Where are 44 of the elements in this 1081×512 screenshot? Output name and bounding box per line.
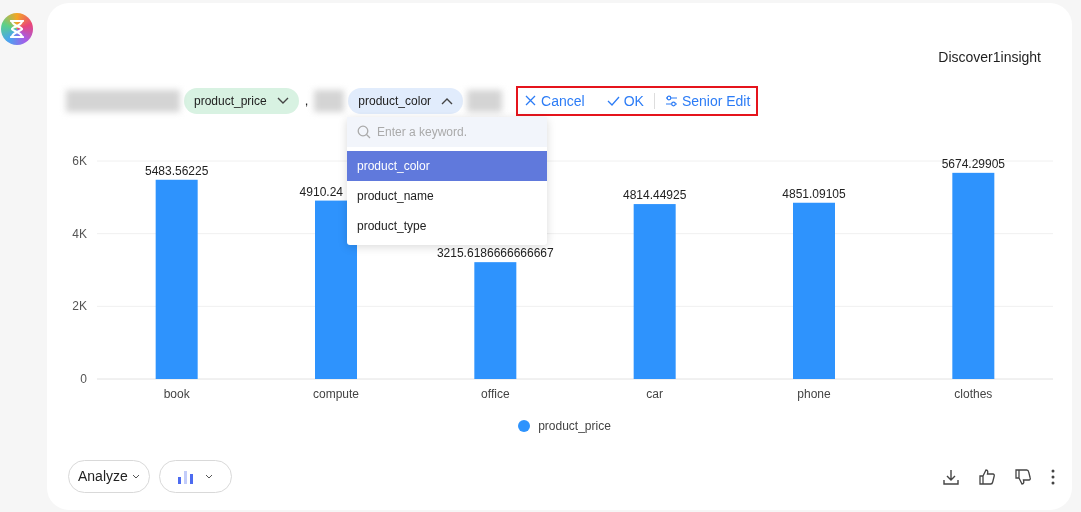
value-label: 5674.29905 — [941, 156, 1006, 171]
value-label: 3215.6186666666667 — [436, 246, 554, 261]
search-icon — [357, 125, 371, 139]
search-field[interactable]: Enter a keyword. — [347, 117, 547, 147]
caret-icon — [205, 474, 214, 479]
senior-edit-button[interactable]: Senior Edit — [662, 90, 753, 112]
close-icon — [524, 95, 538, 107]
value-label: 4851.09105 — [782, 186, 846, 201]
chevron-icon — [441, 97, 454, 105]
blurred-text — [314, 90, 345, 112]
dropdown-option[interactable]: product_color — [347, 151, 547, 181]
field-selector[interactable]: product_price — [184, 88, 299, 114]
separator-text: , — [304, 92, 309, 111]
axis-tick-label: 4K — [72, 226, 87, 241]
caret-icon — [131, 474, 140, 479]
axis-tick-label: 0 — [80, 372, 87, 386]
category-label: compute — [313, 387, 359, 401]
insight-title: Discover1insight — [938, 47, 1041, 67]
legend-label: product_price — [538, 418, 611, 435]
ok-button[interactable]: OK — [604, 90, 646, 112]
category-label: book — [163, 387, 190, 401]
value-label: 4814.44925 — [622, 188, 687, 203]
sliders-icon — [664, 95, 678, 107]
dropdown-option[interactable]: product_type — [347, 211, 547, 241]
blurred-text — [467, 90, 503, 112]
category-label: office — [481, 387, 510, 401]
field-selector[interactable]: product_color — [348, 88, 464, 114]
chevron-icon — [276, 97, 289, 105]
bar-chart-icon — [177, 469, 196, 484]
category-label: clothes — [954, 387, 993, 401]
check-icon — [606, 95, 620, 107]
thumbs-down-icon[interactable] — [1014, 467, 1032, 486]
cancel-button[interactable]: Cancel — [522, 90, 587, 112]
download-icon[interactable] — [942, 467, 960, 486]
category-label: phone — [797, 387, 831, 401]
value-label: 4910.24 — [299, 184, 343, 199]
hourglass-logo-icon — [1, 13, 33, 45]
more-icon[interactable] — [1050, 467, 1056, 486]
dropdown-option[interactable]: product_name — [347, 181, 547, 211]
axis-tick-label: 6K — [72, 154, 87, 168]
thumbs-up-icon[interactable] — [978, 467, 996, 486]
axis-tick-label: 2K — [72, 299, 87, 314]
category-label: car — [646, 387, 663, 401]
value-label: 5483.56225 — [144, 163, 209, 178]
